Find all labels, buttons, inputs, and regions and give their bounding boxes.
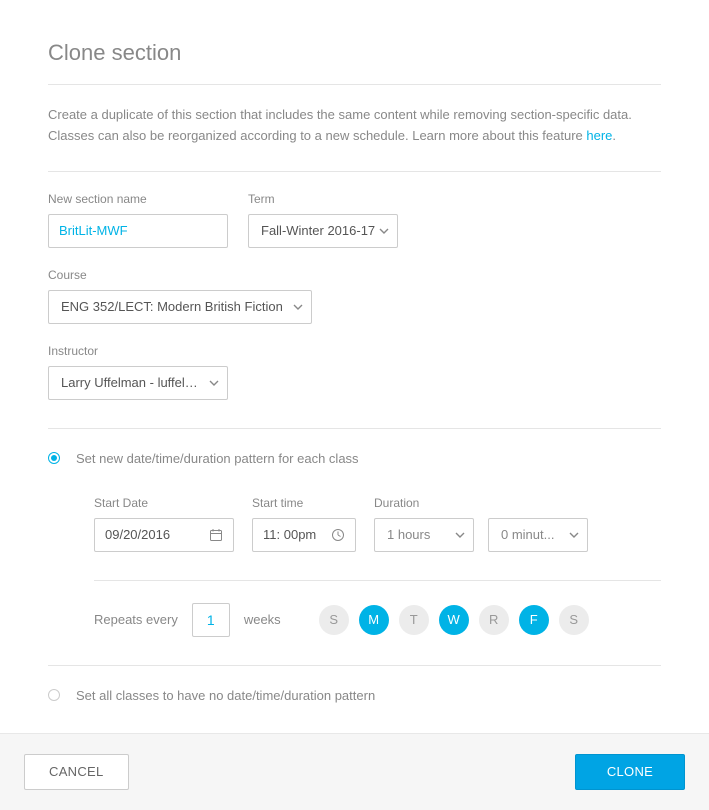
- start-date-value: 09/20/2016: [105, 527, 170, 542]
- repeats-suffix: weeks: [244, 612, 281, 627]
- time-ampm: pm: [298, 527, 316, 542]
- radio-set-pattern-label: Set new date/time/duration pattern for e…: [76, 451, 359, 466]
- start-date-input[interactable]: 09/20/2016: [94, 518, 234, 552]
- duration-label: Duration: [374, 496, 588, 510]
- radio-no-pattern[interactable]: Set all classes to have no date/time/dur…: [48, 688, 661, 703]
- schedule-row: Start Date 09/20/2016 Start time 11: 00p…: [94, 496, 661, 552]
- term-value: Fall-Winter 2016-17: [261, 223, 375, 238]
- clock-icon: [331, 528, 345, 542]
- day-chips: S M T W R F S: [319, 605, 589, 635]
- instructor-select[interactable]: Larry Uffelman - luffelma...: [48, 366, 228, 400]
- radio-no-pattern-label: Set all classes to have no date/time/dur…: [76, 688, 375, 703]
- day-chip-fri[interactable]: F: [519, 605, 549, 635]
- schedule-block: Start Date 09/20/2016 Start time 11: 00p…: [48, 496, 661, 637]
- day-chip-sat[interactable]: S: [559, 605, 589, 635]
- instructor-group: Instructor Larry Uffelman - luffelma...: [48, 344, 228, 400]
- form-row-2: Instructor Larry Uffelman - luffelma...: [48, 344, 661, 400]
- divider: [48, 84, 661, 85]
- duration-hours-value: 1 hours: [387, 527, 430, 542]
- radio-icon-selected: [48, 452, 60, 464]
- divider: [48, 428, 661, 429]
- term-select[interactable]: Fall-Winter 2016-17: [248, 214, 398, 248]
- term-label: Term: [248, 192, 398, 206]
- page-title: Clone section: [48, 40, 661, 66]
- dialog-body: Clone section Create a duplicate of this…: [0, 0, 709, 733]
- chevron-down-icon: [455, 532, 465, 538]
- duration-minutes-select[interactable]: 0 minut...: [488, 518, 588, 552]
- instructor-value: Larry Uffelman - luffelma...: [61, 375, 199, 390]
- chevron-down-icon: [379, 228, 389, 234]
- divider: [48, 665, 661, 666]
- duration-minutes-value: 0 minut...: [501, 527, 554, 542]
- repeats-row: Repeats every weeks S M T W R F S: [94, 603, 661, 637]
- course-label: Course: [48, 268, 312, 282]
- start-date-group: Start Date 09/20/2016: [94, 496, 234, 552]
- new-section-name-input[interactable]: [48, 214, 228, 248]
- chevron-down-icon: [293, 304, 303, 310]
- day-chip-sun[interactable]: S: [319, 605, 349, 635]
- repeats-value-input[interactable]: [192, 603, 230, 637]
- chevron-down-icon: [209, 380, 219, 386]
- day-chip-thu[interactable]: R: [479, 605, 509, 635]
- start-time-label: Start time: [252, 496, 356, 510]
- repeats-prefix: Repeats every: [94, 612, 178, 627]
- course-group: Course ENG 352/LECT: Modern British Fict…: [48, 268, 312, 324]
- time-minute: 00: [284, 527, 298, 542]
- cancel-button[interactable]: CANCEL: [24, 754, 129, 790]
- radio-icon-unselected: [48, 689, 60, 701]
- course-select[interactable]: ENG 352/LECT: Modern British Fiction: [48, 290, 312, 324]
- chevron-down-icon: [569, 532, 579, 538]
- course-value: ENG 352/LECT: Modern British Fiction: [61, 299, 283, 314]
- calendar-icon: [209, 528, 223, 542]
- start-time-value: 11: 00pm: [263, 527, 316, 542]
- term-group: Term Fall-Winter 2016-17: [248, 192, 398, 248]
- day-chip-tue[interactable]: T: [399, 605, 429, 635]
- radio-set-pattern[interactable]: Set new date/time/duration pattern for e…: [48, 451, 661, 466]
- new-section-name-label: New section name: [48, 192, 228, 206]
- start-time-group: Start time 11: 00pm: [252, 496, 356, 552]
- clone-button[interactable]: CLONE: [575, 754, 685, 790]
- period: .: [612, 128, 616, 143]
- learn-more-link[interactable]: here: [586, 128, 612, 143]
- new-section-name-group: New section name: [48, 192, 228, 248]
- duration-hours-select[interactable]: 1 hours: [374, 518, 474, 552]
- day-chip-wed[interactable]: W: [439, 605, 469, 635]
- description-span: Create a duplicate of this section that …: [48, 107, 632, 143]
- start-time-input[interactable]: 11: 00pm: [252, 518, 356, 552]
- form-row-1: New section name Term Fall-Winter 2016-1…: [48, 192, 661, 324]
- dialog-footer: CANCEL CLONE: [0, 733, 709, 810]
- day-chip-mon[interactable]: M: [359, 605, 389, 635]
- instructor-label: Instructor: [48, 344, 228, 358]
- time-hour: 11: [263, 527, 277, 542]
- divider: [94, 580, 661, 581]
- description-text: Create a duplicate of this section that …: [48, 105, 661, 147]
- divider: [48, 171, 661, 172]
- duration-group: Duration 1 hours 0 minut...: [374, 496, 588, 552]
- start-date-label: Start Date: [94, 496, 234, 510]
